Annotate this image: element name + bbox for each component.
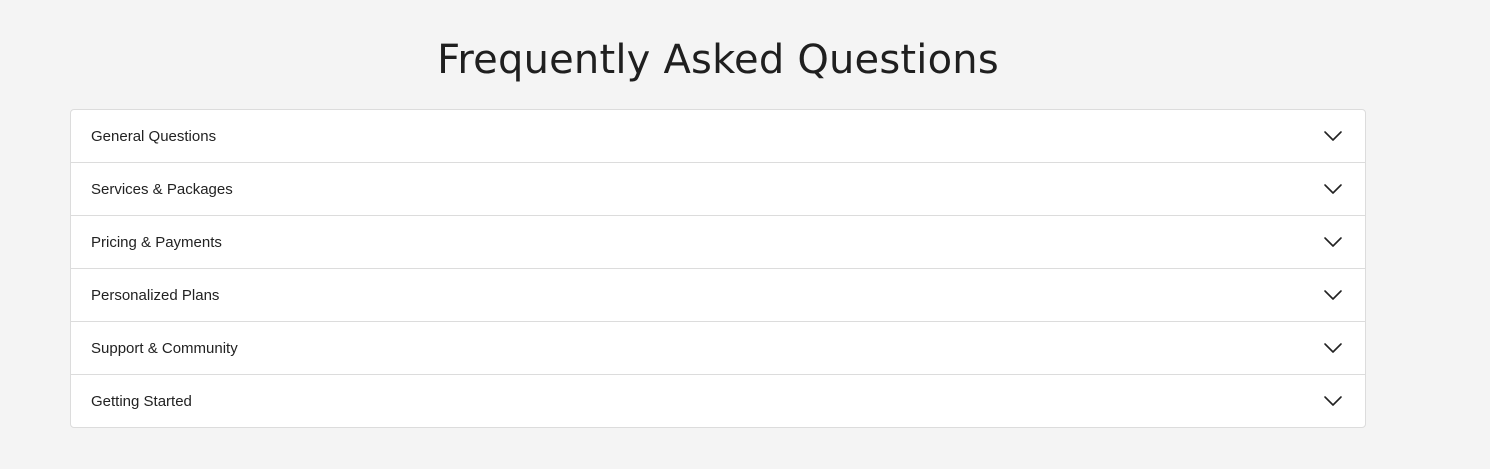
faq-item-support-community[interactable]: Support & Community xyxy=(71,321,1365,374)
faq-item-label: General Questions xyxy=(91,127,217,145)
chevron-down-icon[interactable] xyxy=(1323,285,1343,305)
chevron-down-icon[interactable] xyxy=(1323,232,1343,252)
faq-item-personalized-plans[interactable]: Personalized Plans xyxy=(71,268,1365,321)
faq-item-services-packages[interactable]: Services & Packages xyxy=(71,162,1365,215)
chevron-down-icon[interactable] xyxy=(1323,179,1343,199)
chevron-down-icon[interactable] xyxy=(1323,391,1343,411)
faq-item-label: Getting Started xyxy=(91,392,192,410)
faq-item-label: Personalized Plans xyxy=(91,286,220,304)
faq-item-label: Services & Packages xyxy=(91,180,233,198)
chevron-down-icon[interactable] xyxy=(1323,338,1343,358)
faq-item-getting-started[interactable]: Getting Started xyxy=(71,374,1365,427)
faq-item-general-questions[interactable]: General Questions xyxy=(71,110,1365,162)
chevron-down-icon[interactable] xyxy=(1323,126,1343,146)
faq-item-label: Pricing & Payments xyxy=(91,233,222,251)
faq-item-pricing-payments[interactable]: Pricing & Payments xyxy=(71,215,1365,268)
faq-item-label: Support & Community xyxy=(91,339,238,357)
page-title: Frequently Asked Questions xyxy=(437,37,999,83)
faq-accordion: General Questions Services & Packages Pr… xyxy=(70,109,1366,428)
